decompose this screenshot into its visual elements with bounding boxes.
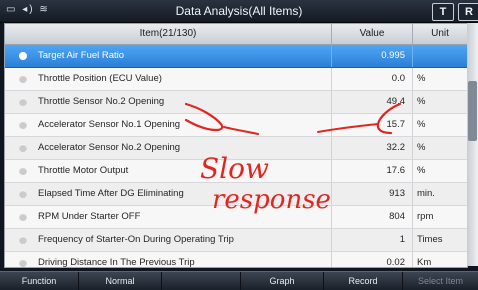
item-name: RPM Under Starter OFF xyxy=(38,211,141,222)
graph-button[interactable]: Graph xyxy=(241,272,324,290)
function-button[interactable]: Function xyxy=(0,272,79,290)
normal-button[interactable]: Normal xyxy=(79,272,162,290)
table-row[interactable]: Throttle Position (ECU Value) 0.0 % xyxy=(5,68,467,91)
item-value: 913 xyxy=(389,188,405,199)
data-table: Item(21/130) Value Unit Target Air Fuel … xyxy=(4,23,468,268)
row-bullet-icon xyxy=(19,259,27,267)
item-name: Throttle Position (ECU Value) xyxy=(38,73,162,84)
row-bullet-icon xyxy=(19,75,27,83)
unit-column-header[interactable]: Unit xyxy=(413,24,467,44)
item-unit: % xyxy=(417,165,426,176)
app-window: ▭ ◂) ≋ Data Analysis(All Items) T R Item… xyxy=(0,0,478,290)
row-bullet-icon xyxy=(19,236,27,244)
scrollbar[interactable] xyxy=(467,23,478,266)
item-unit: rpm xyxy=(417,211,434,222)
table-row[interactable]: Accelerator Sensor No.1 Opening 15.7 % xyxy=(5,114,467,137)
item-value: 49.4 xyxy=(386,96,406,107)
item-value: 32.2 xyxy=(386,142,406,153)
toolbar-blank-button[interactable] xyxy=(162,272,241,290)
item-name: Driving Distance In The Previous Trip xyxy=(38,257,195,268)
value-column-header[interactable]: Value xyxy=(332,24,413,44)
bottom-toolbar: Function Normal Graph Record Select Item xyxy=(0,271,478,290)
row-bullet-icon xyxy=(19,190,27,198)
title-bar: ▭ ◂) ≋ Data Analysis(All Items) T R xyxy=(0,0,478,23)
row-bullet-icon xyxy=(19,167,27,175)
scrollbar-thumb[interactable] xyxy=(468,81,477,141)
toggle-button[interactable]: T xyxy=(432,3,454,21)
item-value: 15.7 xyxy=(386,119,406,130)
item-name: Throttle Sensor No.2 Opening xyxy=(38,96,165,107)
item-unit: Times xyxy=(417,234,443,245)
page-title: Data Analysis(All Items) xyxy=(175,4,303,18)
item-value: 0.995 xyxy=(381,50,405,61)
return-button[interactable]: R xyxy=(458,3,478,21)
table-row[interactable]: Throttle Motor Output 17.6 % xyxy=(5,160,467,183)
table-row[interactable]: Accelerator Sensor No.2 Opening 32.2 % xyxy=(5,137,467,160)
table-header: Item(21/130) Value Unit xyxy=(5,24,467,45)
table-row[interactable]: Elapsed Time After DG Eliminating 913 mi… xyxy=(5,183,467,206)
item-value: 804 xyxy=(389,211,405,222)
table-row[interactable]: Driving Distance In The Previous Trip 0.… xyxy=(5,252,467,268)
table-row[interactable]: Frequency of Starter-On During Operating… xyxy=(5,229,467,252)
table-row[interactable]: RPM Under Starter OFF 804 rpm xyxy=(5,206,467,229)
record-button[interactable]: Record xyxy=(324,272,403,290)
item-value: 17.6 xyxy=(386,165,406,176)
item-unit: min. xyxy=(417,188,435,199)
item-name: Frequency of Starter-On During Operating… xyxy=(38,234,234,245)
row-bullet-icon xyxy=(19,121,27,129)
item-name: Elapsed Time After DG Eliminating xyxy=(38,188,184,199)
item-name: Target Air Fuel Ratio xyxy=(38,50,125,61)
item-value: 0.0 xyxy=(391,73,405,84)
row-bullet-icon xyxy=(19,213,27,221)
item-name: Throttle Motor Output xyxy=(38,165,129,176)
table-row[interactable]: Throttle Sensor No.2 Opening 49.4 % xyxy=(5,91,467,114)
item-unit: Km xyxy=(417,257,432,268)
item-unit: % xyxy=(417,142,426,153)
item-column-header[interactable]: Item(21/130) xyxy=(5,24,332,44)
table-row[interactable]: Target Air Fuel Ratio 0.995 xyxy=(5,45,467,68)
item-unit: % xyxy=(417,96,426,107)
item-value: 1 xyxy=(399,234,405,245)
item-value: 0.02 xyxy=(386,257,406,268)
item-unit: % xyxy=(417,73,426,84)
select-item-button[interactable]: Select Item xyxy=(403,272,478,290)
item-name: Accelerator Sensor No.1 Opening xyxy=(38,119,181,130)
row-bullet-icon xyxy=(19,144,27,152)
item-unit: % xyxy=(417,119,426,130)
item-name: Accelerator Sensor No.2 Opening xyxy=(38,142,181,153)
row-bullet-icon xyxy=(19,98,27,106)
row-bullet-icon xyxy=(19,52,27,60)
